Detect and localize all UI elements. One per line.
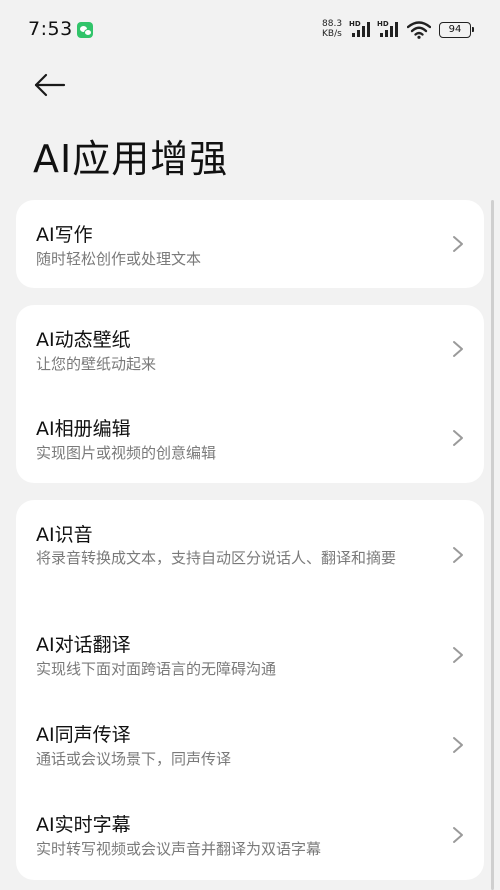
chevron-right-icon: [453, 236, 463, 252]
battery-level: 94: [448, 24, 462, 35]
status-time: 7:53: [28, 18, 73, 40]
list-item-ai-dialogue-translation[interactable]: AI对话翻译 实现线下面对面跨语言的无障碍沟通: [16, 610, 484, 700]
item-description: 实现图片或视频的创意编辑: [36, 444, 217, 462]
item-title: AI对话翻译: [36, 634, 131, 656]
list-item-ai-live-wallpaper[interactable]: AI动态壁纸 让您的壁纸动起来: [16, 305, 484, 394]
signal-sim2-icon: HD: [377, 20, 403, 38]
chevron-right-icon: [453, 547, 463, 563]
item-description: 让您的壁纸动起来: [36, 355, 157, 373]
wifi-icon: [407, 21, 431, 39]
list-item-ai-album-edit[interactable]: AI相册编辑 实现图片或视频的创意编辑: [16, 394, 484, 483]
item-title: AI实时字幕: [36, 814, 131, 836]
battery-icon: 94: [439, 22, 474, 38]
chevron-right-icon: [453, 827, 463, 843]
signal-bars-icon: [380, 22, 398, 37]
item-title: AI识音: [36, 524, 93, 546]
item-description: 随时轻松创作或处理文本: [36, 250, 202, 268]
wechat-icon: [77, 22, 93, 38]
item-description: 实现线下面对面跨语言的无障碍沟通: [36, 660, 277, 678]
network-speed: 88.3 KB/s: [322, 19, 350, 39]
list-item-ai-simultaneous-interpretation[interactable]: AI同声传译 通话或会议场景下，同声传译: [16, 700, 484, 790]
network-speed-unit: KB/s: [322, 29, 342, 39]
settings-card-writing: AI写作 随时轻松创作或处理文本: [16, 200, 484, 288]
chevron-right-icon: [453, 430, 463, 446]
item-description: 将录音转换成文本，支持自动区分说话人、翻译和摘要: [36, 549, 397, 567]
item-description: 实时转写视频或会议声音并翻译为双语字幕: [36, 840, 322, 858]
settings-card-audio: AI识音 将录音转换成文本，支持自动区分说话人、翻译和摘要 AI对话翻译 实现线…: [16, 500, 484, 880]
chevron-right-icon: [453, 737, 463, 753]
item-title: AI同声传译: [36, 724, 131, 746]
item-description: 通话或会议场景下，同声传译: [36, 750, 232, 768]
signal-bars-icon: [352, 22, 370, 37]
list-item-ai-live-captions[interactable]: AI实时字幕 实时转写视频或会议声音并翻译为双语字幕: [16, 790, 484, 880]
chevron-right-icon: [453, 341, 463, 357]
item-title: AI相册编辑: [36, 418, 131, 440]
arrow-left-icon: [34, 73, 66, 97]
network-speed-value: 88.3: [322, 19, 343, 29]
item-title: AI写作: [36, 224, 93, 246]
page-title: AI应用增强: [33, 137, 229, 181]
back-button[interactable]: [32, 70, 68, 100]
chevron-right-icon: [453, 647, 463, 663]
list-item-ai-voice-recognition[interactable]: AI识音 将录音转换成文本，支持自动区分说话人、翻译和摘要: [16, 500, 484, 610]
status-bar: 7:53 88.3 KB/s HD HD 94: [0, 0, 500, 60]
settings-card-visual: AI动态壁纸 让您的壁纸动起来 AI相册编辑 实现图片或视频的创意编辑: [16, 305, 484, 483]
scrollbar[interactable]: [491, 200, 494, 890]
signal-sim1-icon: HD: [349, 20, 375, 38]
list-item-ai-writing[interactable]: AI写作 随时轻松创作或处理文本: [16, 200, 484, 288]
item-title: AI动态壁纸: [36, 329, 131, 351]
